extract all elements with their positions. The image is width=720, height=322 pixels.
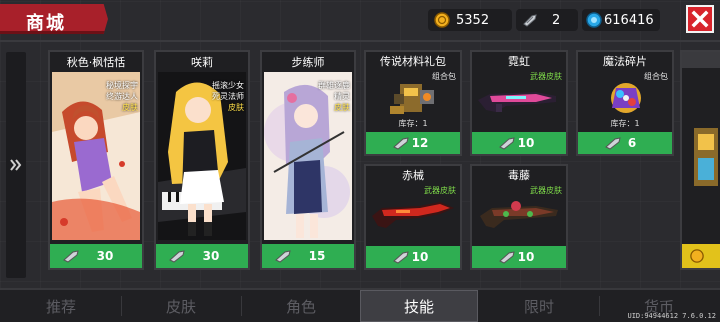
- character-tags: 摇滚少女 死灵法师 皮肤: [212, 80, 244, 113]
- character-tag: 皮肤: [122, 103, 138, 112]
- buy-button[interactable]: 10: [472, 246, 566, 268]
- character-name: 步练师: [291, 56, 325, 69]
- tab-skills[interactable]: 技能: [360, 290, 478, 322]
- item-card[interactable]: 霓虹 武器皮肤 10: [470, 50, 568, 156]
- coin-icon: [434, 12, 450, 28]
- gem-counter: 616416: [582, 9, 660, 31]
- fish-icon: [522, 12, 538, 28]
- tab-bar: 推荐 皮肤 角色 技能 限时 货币 UID:94944612 7.6.0.12: [0, 288, 720, 322]
- buy-button[interactable]: [682, 244, 720, 268]
- fish-icon: [63, 250, 79, 263]
- item-image: [370, 80, 456, 116]
- gem-value: 616416: [604, 12, 654, 28]
- partial-item-card[interactable]: [680, 50, 720, 270]
- title-banner: 商城: [0, 4, 108, 34]
- item-image: [694, 128, 718, 186]
- item-card[interactable]: 传说材料礼包 组合包 库存：1 12: [364, 50, 462, 156]
- tab-characters[interactable]: 角色: [242, 290, 360, 322]
- weapon-image: [476, 194, 562, 230]
- weapon-image: [370, 194, 456, 230]
- price-value: 12: [411, 136, 429, 150]
- price-value: 15: [308, 249, 326, 263]
- item-stock: 库存：1: [398, 119, 428, 128]
- item-name: 传说材料礼包: [380, 55, 446, 68]
- character-tags: 群雄逐鹿 精灵 皮肤: [318, 80, 350, 113]
- price-value: 6: [627, 136, 637, 150]
- price-value: 30: [202, 249, 220, 263]
- character-tag: 终游达人: [106, 92, 138, 101]
- character-card[interactable]: 秋色·枫恬恬 秘境探宇 终游达人 皮肤 30: [48, 50, 144, 270]
- item-card[interactable]: 毒藤 武器皮肤 10: [470, 164, 568, 270]
- fish-icon: [393, 137, 409, 150]
- character-name: 咲莉: [191, 56, 213, 69]
- fish-icon: [499, 251, 515, 264]
- close-icon: [691, 10, 709, 28]
- item-card[interactable]: 魔法碎片 组合包 库存：1 6: [576, 50, 674, 156]
- price-value: 10: [411, 250, 429, 264]
- character-tag: 精灵: [334, 92, 350, 101]
- item-name: 赤械: [402, 169, 424, 182]
- item-stock: 库存：1: [610, 119, 640, 128]
- header: 商城 5352 2 616416: [0, 0, 720, 40]
- fish-icon: [393, 251, 409, 264]
- weapon-image: [476, 80, 562, 116]
- fish-value: 2: [552, 12, 561, 28]
- buy-button[interactable]: 10: [472, 132, 566, 154]
- buy-button[interactable]: 10: [366, 246, 460, 268]
- buy-button[interactable]: 30: [50, 244, 142, 268]
- character-card[interactable]: 咲莉 摇滚少女 死灵法师 皮肤 30: [154, 50, 250, 270]
- buy-button[interactable]: 15: [262, 244, 354, 268]
- character-card[interactable]: 步练师 群雄逐鹿 精灵 皮肤 15: [260, 50, 356, 270]
- coin-icon: [690, 249, 704, 263]
- character-tag: 摇滚少女: [212, 81, 244, 90]
- buy-button[interactable]: 30: [156, 244, 248, 268]
- character-tag: 群雄逐鹿: [318, 81, 350, 90]
- coin-value: 5352: [456, 12, 490, 28]
- tab-limited[interactable]: 限时: [480, 290, 598, 322]
- buy-button[interactable]: 12: [366, 132, 460, 154]
- character-tags: 秘境探宇 终游达人 皮肤: [106, 80, 138, 113]
- fish-counter: 2: [516, 9, 578, 31]
- fish-icon: [275, 250, 291, 263]
- character-name: 秋色·枫恬恬: [66, 56, 126, 69]
- fish-icon: [605, 137, 621, 150]
- price-value: 10: [517, 250, 535, 264]
- tab-recommended[interactable]: 推荐: [2, 290, 120, 322]
- item-name: 魔法碎片: [603, 55, 647, 68]
- uid-label: UID:94944612 7.6.0.12: [627, 312, 716, 320]
- item-name: 霓虹: [508, 55, 530, 68]
- character-tag: 皮肤: [334, 103, 350, 112]
- expand-sidebar-button[interactable]: [6, 52, 26, 278]
- double-chevron-icon: [10, 159, 22, 171]
- partial-card-header: [682, 52, 720, 68]
- fish-icon: [169, 250, 185, 263]
- item-card[interactable]: 赤械 武器皮肤 10: [364, 164, 462, 270]
- character-tag: 死灵法师: [212, 92, 244, 101]
- coin-counter: 5352: [428, 9, 512, 31]
- close-button[interactable]: [686, 5, 714, 33]
- fish-icon: [499, 137, 515, 150]
- price-value: 30: [96, 249, 114, 263]
- price-value: 10: [517, 136, 535, 150]
- tab-skins[interactable]: 皮肤: [122, 290, 240, 322]
- gem-icon: [586, 12, 602, 28]
- buy-button[interactable]: 6: [578, 132, 672, 154]
- page-title: 商城: [26, 13, 66, 34]
- item-image: [582, 80, 668, 116]
- character-tag: 秘境探宇: [106, 81, 138, 90]
- header-divider: [0, 40, 720, 42]
- character-tag: 皮肤: [228, 103, 244, 112]
- item-name: 毒藤: [508, 169, 530, 182]
